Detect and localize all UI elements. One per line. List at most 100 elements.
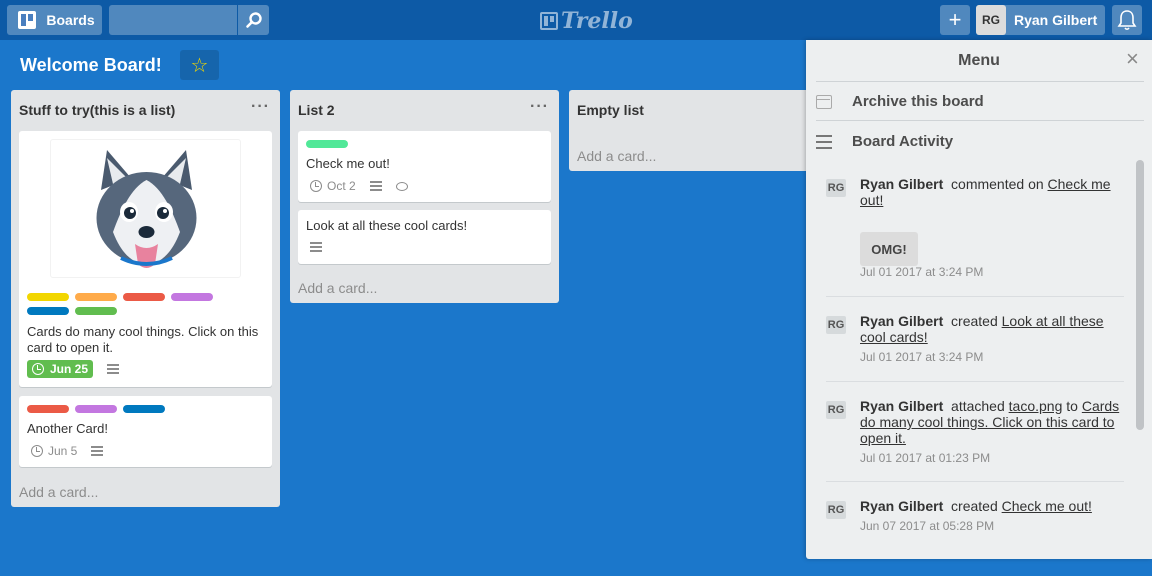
card-link[interactable]: Check me out! (1002, 498, 1092, 514)
clock-icon (310, 180, 322, 192)
list-title[interactable]: Empty list (577, 102, 644, 118)
clock-icon (32, 363, 44, 375)
activity-scrollbar[interactable] (1136, 160, 1144, 430)
activity-time[interactable]: Jul 01 2017 at 3:24 PM (860, 265, 983, 279)
member-name[interactable]: Ryan Gilbert (860, 176, 943, 192)
activity-item: RG Ryan Gilbert created Check me out! Ju… (826, 498, 1126, 538)
comment-bubble: OMG! (860, 232, 918, 266)
activity-item: RG Ryan Gilbert created Look at all thes… (826, 313, 1126, 364)
list-title[interactable]: List 2 (298, 102, 335, 118)
card-labels (27, 293, 227, 315)
search-icon (245, 12, 262, 28)
bell-icon (1117, 10, 1137, 31)
activity-text: Ryan Gilbert created Check me out! (860, 498, 1122, 514)
activity-action: created (951, 313, 998, 329)
divider (816, 81, 1144, 82)
trello-logo[interactable]: Trello (540, 8, 633, 34)
divider (826, 381, 1124, 382)
member-avatar[interactable]: RG (826, 501, 846, 519)
due-date: Jun 25 (50, 362, 89, 376)
activity-action: created (951, 498, 998, 514)
card-labels (306, 140, 348, 148)
list-2: List 2 ··· Check me out! Oct 2 Look at a… (290, 90, 559, 303)
activity-time[interactable]: Jul 01 2017 at 3:24 PM (860, 350, 983, 364)
search-button[interactable] (238, 5, 269, 35)
date-badge: Oct 2 (310, 179, 356, 193)
user-avatar: RG (976, 5, 1006, 35)
activity-label: Board Activity (852, 133, 954, 150)
comment-icon (395, 181, 408, 191)
card-date: Jun 5 (48, 444, 78, 458)
activity-item: RG Ryan Gilbert attached taco.png to Car… (826, 398, 1126, 468)
list-empty: Empty list Add a card... (569, 90, 814, 171)
label-orange (75, 293, 117, 301)
member-avatar[interactable]: RG (826, 401, 846, 419)
activity-icon (816, 134, 832, 149)
activity-action: commented on (951, 176, 1044, 192)
label-red (123, 293, 165, 301)
list-stuff-to-try: Stuff to try(this is a list) ··· Cards d… (11, 90, 280, 507)
activity-action: attached (951, 398, 1005, 414)
plus-icon: + (948, 7, 962, 32)
card-date: Oct 2 (327, 179, 356, 193)
board-title[interactable]: Welcome Board! (20, 55, 162, 76)
card-badges: Jun 5 (31, 444, 104, 458)
add-card-link[interactable]: Add a card... (577, 148, 656, 164)
card-cool-cards[interactable]: Look at all these cool cards! (298, 210, 551, 264)
archive-label: Archive this board (852, 93, 984, 110)
card-cool-things[interactable]: Cards do many cool things. Click on this… (19, 131, 272, 387)
label-purple (75, 405, 117, 413)
member-avatar[interactable]: RG (826, 316, 846, 334)
close-icon[interactable]: × (1126, 46, 1139, 72)
card-another-card[interactable]: Another Card! Jun 5 (19, 396, 272, 467)
member-name[interactable]: Ryan Gilbert (860, 313, 943, 329)
activity-item: RG Ryan Gilbert commented on Check me ou… (826, 176, 1126, 286)
attachment-link[interactable]: taco.png (1009, 398, 1063, 414)
label-red (27, 405, 69, 413)
card-badges: Oct 2 (310, 179, 408, 193)
divider (826, 296, 1124, 297)
activity-time[interactable]: Jul 01 2017 at 01:23 PM (860, 451, 990, 465)
add-card-link[interactable]: Add a card... (19, 484, 98, 500)
activity-text: Ryan Gilbert commented on Check me out! (860, 176, 1122, 208)
activity-text: Ryan Gilbert attached taco.png to Cards … (860, 398, 1122, 446)
user-menu-button[interactable]: RG Ryan Gilbert (976, 5, 1105, 35)
archive-board-button[interactable]: Archive this board (816, 93, 984, 110)
member-name[interactable]: Ryan Gilbert (860, 398, 943, 414)
list-menu-icon[interactable]: ··· (251, 98, 270, 116)
description-icon (310, 242, 322, 252)
description-icon (91, 446, 104, 456)
label-green (306, 140, 348, 148)
description-icon (107, 364, 120, 374)
boards-label: Boards (46, 12, 95, 28)
archive-icon (816, 94, 832, 109)
list-title[interactable]: Stuff to try(this is a list) (19, 102, 175, 118)
label-purple (171, 293, 213, 301)
add-button[interactable]: + (940, 5, 970, 35)
star-board-button[interactable]: ☆ (180, 50, 219, 80)
label-yellow (27, 293, 69, 301)
menu-title: Menu (958, 52, 1000, 69)
card-badges (310, 242, 322, 252)
card-title: Cards do many cool things. Click on this… (27, 324, 259, 355)
label-blue (123, 405, 165, 413)
card-labels (27, 405, 165, 413)
notifications-button[interactable] (1112, 5, 1142, 35)
boards-icon (18, 11, 37, 29)
clock-icon (31, 445, 43, 457)
search-input[interactable] (109, 5, 237, 35)
activity-text: Ryan Gilbert created Look at all these c… (860, 313, 1122, 345)
list-menu-icon[interactable]: ··· (530, 98, 549, 116)
boards-button[interactable]: Boards (7, 5, 102, 35)
trello-logo-icon (540, 12, 558, 30)
label-green (75, 307, 117, 315)
activity-time[interactable]: Jun 07 2017 at 05:28 PM (860, 519, 994, 533)
add-card-link[interactable]: Add a card... (298, 280, 377, 296)
description-icon (369, 181, 382, 191)
divider (826, 481, 1124, 482)
member-name[interactable]: Ryan Gilbert (860, 498, 943, 514)
star-icon: ☆ (190, 54, 209, 77)
card-check-me-out[interactable]: Check me out! Oct 2 (298, 131, 551, 202)
board-menu-panel: Menu × Archive this board Board Activity… (806, 40, 1152, 559)
member-avatar[interactable]: RG (826, 179, 846, 197)
